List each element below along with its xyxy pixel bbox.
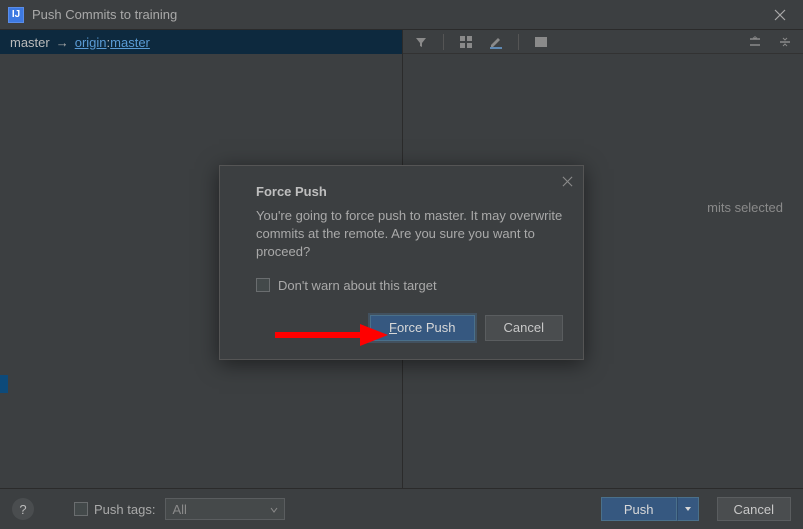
- close-icon[interactable]: [765, 0, 795, 30]
- cancel-button[interactable]: Cancel: [717, 497, 791, 521]
- push-tags-checkbox[interactable]: [74, 502, 88, 516]
- dialog-title: Force Push: [256, 184, 563, 199]
- push-button[interactable]: Push: [601, 497, 677, 521]
- dont-warn-checkbox[interactable]: [256, 278, 270, 292]
- arrow-separator: →: [56, 35, 69, 50]
- force-push-dialog: Force Push You're going to force push to…: [219, 165, 584, 360]
- force-push-button[interactable]: Force Push: [370, 315, 475, 341]
- push-dropdown-button[interactable]: [677, 497, 699, 521]
- titlebar: IJ Push Commits to training: [0, 0, 803, 30]
- window-title: Push Commits to training: [32, 7, 765, 22]
- app-icon: IJ: [8, 7, 24, 23]
- branch-spec-row[interactable]: master → origin : master: [0, 30, 402, 54]
- edit-icon[interactable]: [488, 34, 504, 50]
- dialog-close-icon[interactable]: [562, 174, 573, 191]
- push-tags-dropdown[interactable]: All: [165, 498, 285, 520]
- preview-icon[interactable]: [533, 34, 549, 50]
- remote-branch-link[interactable]: master: [110, 35, 150, 50]
- toolbar-separator: [443, 34, 444, 50]
- push-tags-value: All: [172, 502, 186, 517]
- dialog-message: You're going to force push to master. It…: [256, 207, 563, 262]
- chevron-down-icon: [270, 502, 278, 517]
- force-push-label-rest: orce Push: [397, 320, 456, 335]
- local-branch: master: [10, 35, 50, 50]
- collapse-icon[interactable]: [777, 34, 793, 50]
- details-toolbar: [403, 30, 803, 54]
- dont-warn-label: Don't warn about this target: [278, 278, 437, 293]
- grid-icon[interactable]: [458, 34, 474, 50]
- push-tags-label: Push tags:: [94, 502, 155, 517]
- expand-icon[interactable]: [747, 34, 763, 50]
- mnemonic: F: [389, 320, 397, 335]
- remote-name-link[interactable]: origin: [75, 35, 107, 50]
- filter-icon[interactable]: [413, 34, 429, 50]
- dialog-cancel-button[interactable]: Cancel: [485, 315, 563, 341]
- toolbar-separator: [518, 34, 519, 50]
- dialog-footer: ? Push tags: All Push Cancel: [0, 488, 803, 529]
- push-tags-row: Push tags: All: [74, 498, 285, 520]
- selection-marker: [0, 375, 8, 393]
- help-button[interactable]: ?: [12, 498, 34, 520]
- push-split-button: Push: [601, 497, 699, 521]
- no-commits-label: mits selected: [707, 200, 783, 215]
